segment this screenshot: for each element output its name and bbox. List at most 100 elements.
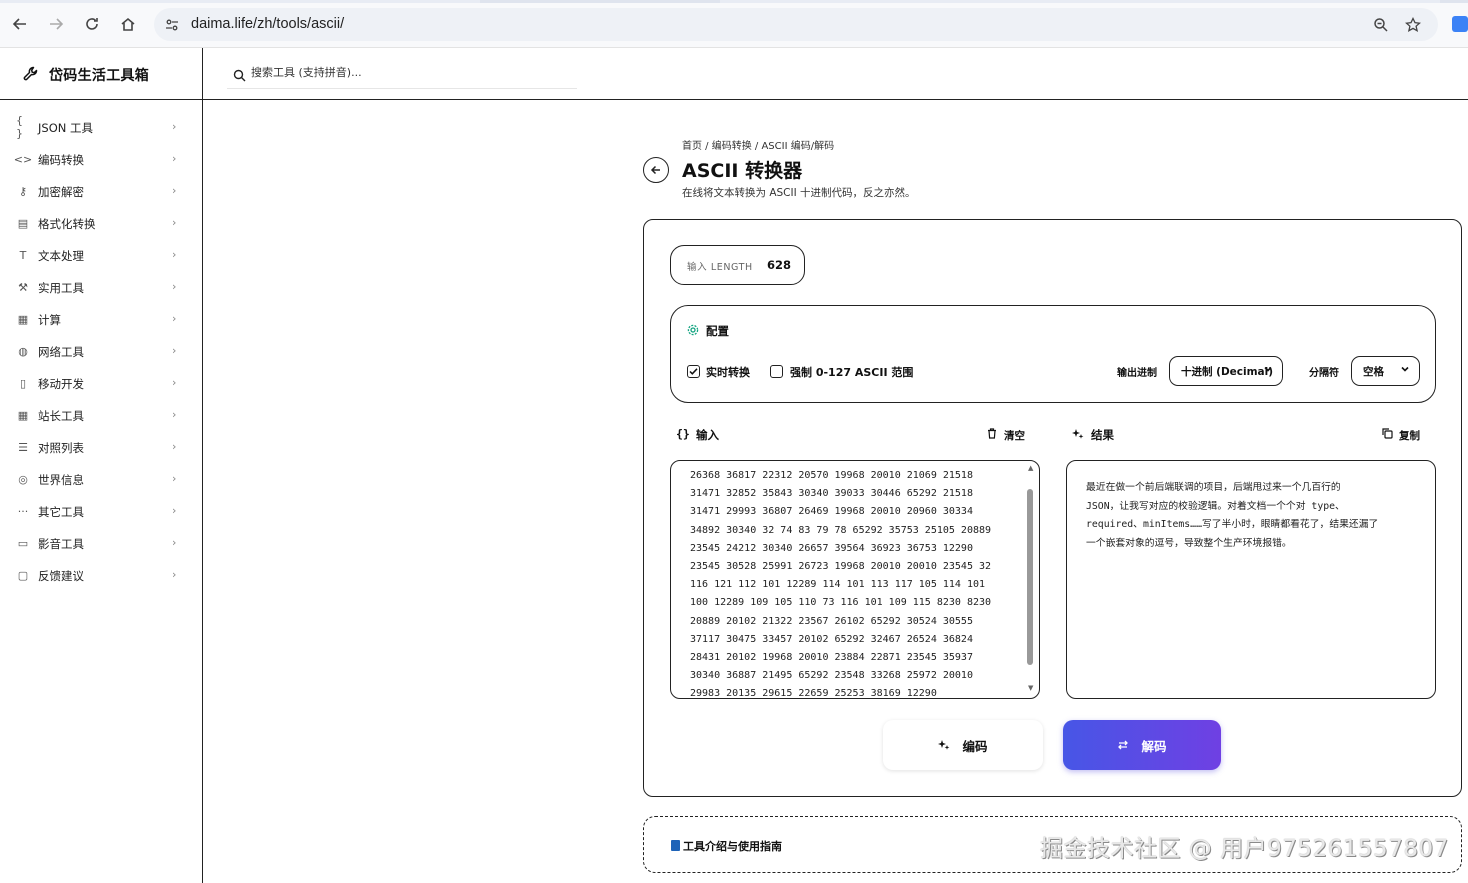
sidebar-item-label: 加密解密 — [38, 185, 84, 199]
chevron-right-icon: › — [172, 472, 177, 485]
copy-button[interactable]: 复制 — [1399, 428, 1420, 443]
check-icon — [689, 368, 698, 375]
chevron-right-icon: › — [172, 248, 177, 261]
output-base-label: 输出进制 — [1117, 368, 1157, 379]
sidebar-item-label: 其它工具 — [38, 505, 84, 519]
site-info-icon[interactable] — [163, 16, 181, 34]
sidebar-item[interactable]: ▢ 反馈建议 › — [0, 559, 202, 591]
sidebar-item[interactable]: <> 编码转换 › — [0, 143, 202, 175]
sidebar-item[interactable]: ▯ 移动开发 › — [0, 367, 202, 399]
decode-button[interactable]: 解码 — [1063, 720, 1221, 770]
extension-icon[interactable] — [1452, 16, 1468, 32]
reload-icon[interactable] — [82, 14, 102, 34]
search-input[interactable] — [251, 66, 571, 79]
zoom-icon[interactable] — [1372, 16, 1390, 34]
scroll-up-icon[interactable]: ▲ — [1028, 464, 1033, 472]
sidebar-item-label: 影音工具 — [38, 537, 84, 551]
force-ascii-checkbox[interactable] — [770, 365, 783, 378]
sidebar-item-label: 网络工具 — [38, 345, 84, 359]
length-label: 输入 LENGTH — [687, 262, 753, 273]
list-icon: ☰ — [18, 440, 28, 454]
page-description: 在线将文本转换为 ASCII 十进制代码，反之亦然。 — [682, 187, 916, 199]
code-icon: <> — [13, 152, 33, 166]
chevron-right-icon: › — [172, 440, 177, 453]
sidebar-item[interactable]: ⚒ 实用工具 › — [0, 271, 202, 303]
braces-icon: {} — [676, 427, 690, 441]
bookmark-star-icon[interactable] — [1404, 16, 1422, 34]
chevron-down-icon — [1400, 364, 1410, 377]
sidebar-item[interactable]: ◍ 网络工具 › — [0, 335, 202, 367]
sidebar-item-label: 格式化转换 — [38, 217, 96, 231]
wrench-logo-icon — [22, 65, 40, 83]
sidebar-item[interactable]: ▦ 站长工具 › — [0, 399, 202, 431]
force-ascii-label[interactable]: 强制 0-127 ASCII 范围 — [790, 364, 913, 380]
swap-icon — [1117, 739, 1129, 751]
sidebar-item[interactable]: ▦ 计算 › — [0, 303, 202, 335]
scrollbar[interactable] — [1027, 483, 1034, 687]
decode-label: 解码 — [1141, 738, 1167, 754]
sidebar-item-label: 对照列表 — [38, 441, 84, 455]
watermark: 掘金技术社区 @ 用户975261557807 — [1040, 836, 1449, 862]
sidebar-item[interactable]: ⚷ 加密解密 › — [0, 175, 202, 207]
result-text[interactable]: 最近在做一个前后端联调的项目，后端甩过来一个几百行的 JSON，让我写对应的校验… — [1086, 479, 1421, 553]
input-area[interactable]: ▲ ▼ — [670, 460, 1040, 699]
file-icon: ▤ — [17, 216, 29, 230]
sidebar-item[interactable]: ☰ 对照列表 › — [0, 431, 202, 463]
sparkle-icon — [938, 739, 950, 751]
trash-icon[interactable] — [987, 428, 997, 442]
clear-button[interactable]: 清空 — [1004, 428, 1025, 443]
sidebar-item-label: 移动开发 — [38, 377, 84, 391]
scrollbar-thumb[interactable] — [1027, 489, 1033, 665]
config-panel: 配置 实时转换 强制 0-127 ASCII 范围 输出进制 十进制 (Deci… — [670, 305, 1436, 403]
text-icon: T — [19, 248, 27, 262]
url-text[interactable]: daima.life/zh/tools/ascii/ — [191, 16, 344, 32]
output-base-select[interactable]: 十进制 (Decimal) — [1169, 356, 1283, 386]
separator-select[interactable]: 空格 — [1351, 356, 1420, 386]
chevron-right-icon: › — [172, 376, 177, 389]
config-title: 配置 — [706, 324, 729, 338]
breadcrumb[interactable]: 首页 / 编码转换 / ASCII 编码/解码 — [682, 137, 834, 152]
chevron-right-icon: › — [172, 568, 177, 581]
input-textarea[interactable] — [690, 467, 1020, 698]
sidebar-item[interactable]: ◎ 世界信息 › — [0, 463, 202, 495]
brand-header[interactable]: 岱码生活工具箱 — [0, 48, 202, 100]
sidebar-item-label: 站长工具 — [38, 409, 84, 423]
sidebar-item[interactable]: ··· 其它工具 › — [0, 495, 202, 527]
sidebar: 岱码生活工具箱 { } JSON 工具 › <> 编码转换 › ⚷ 加密解密 › ▤ 格式化转换 › T… — [0, 48, 203, 883]
scroll-down-icon[interactable]: ▼ — [1028, 684, 1033, 692]
grid-icon: ▦ — [17, 408, 29, 422]
forward-nav-icon[interactable] — [46, 14, 66, 34]
chevron-down-icon — [1263, 364, 1273, 377]
length-stat: 输入 LENGTH 628 — [670, 245, 805, 285]
sidebar-item[interactable]: ▤ 格式化转换 › — [0, 207, 202, 239]
sidebar-item-label: 文本处理 — [38, 249, 84, 263]
compass-icon: ◎ — [18, 472, 28, 486]
sidebar-item[interactable]: { } JSON 工具 › — [0, 111, 202, 143]
input-header: 输入 — [696, 428, 719, 442]
tab-strip — [0, 0, 1468, 3]
book-icon — [671, 840, 680, 851]
encode-button[interactable]: 编码 — [883, 720, 1043, 770]
realtime-label[interactable]: 实时转换 — [706, 364, 750, 380]
realtime-checkbox[interactable] — [687, 365, 700, 378]
result-area[interactable]: 最近在做一个前后端联调的项目，后端甩过来一个几百行的 JSON，让我写对应的校验… — [1066, 460, 1436, 699]
sidebar-item-label: 实用工具 — [38, 281, 84, 295]
arrow-left-icon — [650, 165, 660, 175]
home-icon[interactable] — [118, 14, 138, 34]
phone-icon: ▯ — [19, 376, 27, 390]
copy-icon[interactable] — [1382, 428, 1393, 442]
browser-toolbar: daima.life/zh/tools/ascii/ — [0, 0, 1468, 48]
encode-label: 编码 — [962, 738, 988, 754]
sidebar-item[interactable]: ▭ 影音工具 › — [0, 527, 202, 559]
output-base-value: 十进制 (Decimal) — [1181, 365, 1274, 378]
result-header: 结果 — [1091, 428, 1114, 442]
address-bar[interactable]: daima.life/zh/tools/ascii/ — [154, 8, 1438, 41]
separator-label: 分隔符 — [1309, 368, 1339, 379]
separator-value: 空格 — [1363, 365, 1384, 378]
back-button[interactable] — [643, 157, 669, 183]
sidebar-item[interactable]: T 文本处理 › — [0, 239, 202, 271]
search-box[interactable] — [227, 62, 577, 89]
globe-icon: ◍ — [18, 344, 28, 358]
back-nav-icon[interactable] — [10, 14, 30, 34]
guide-label[interactable]: 工具介绍与使用指南 — [671, 838, 782, 854]
